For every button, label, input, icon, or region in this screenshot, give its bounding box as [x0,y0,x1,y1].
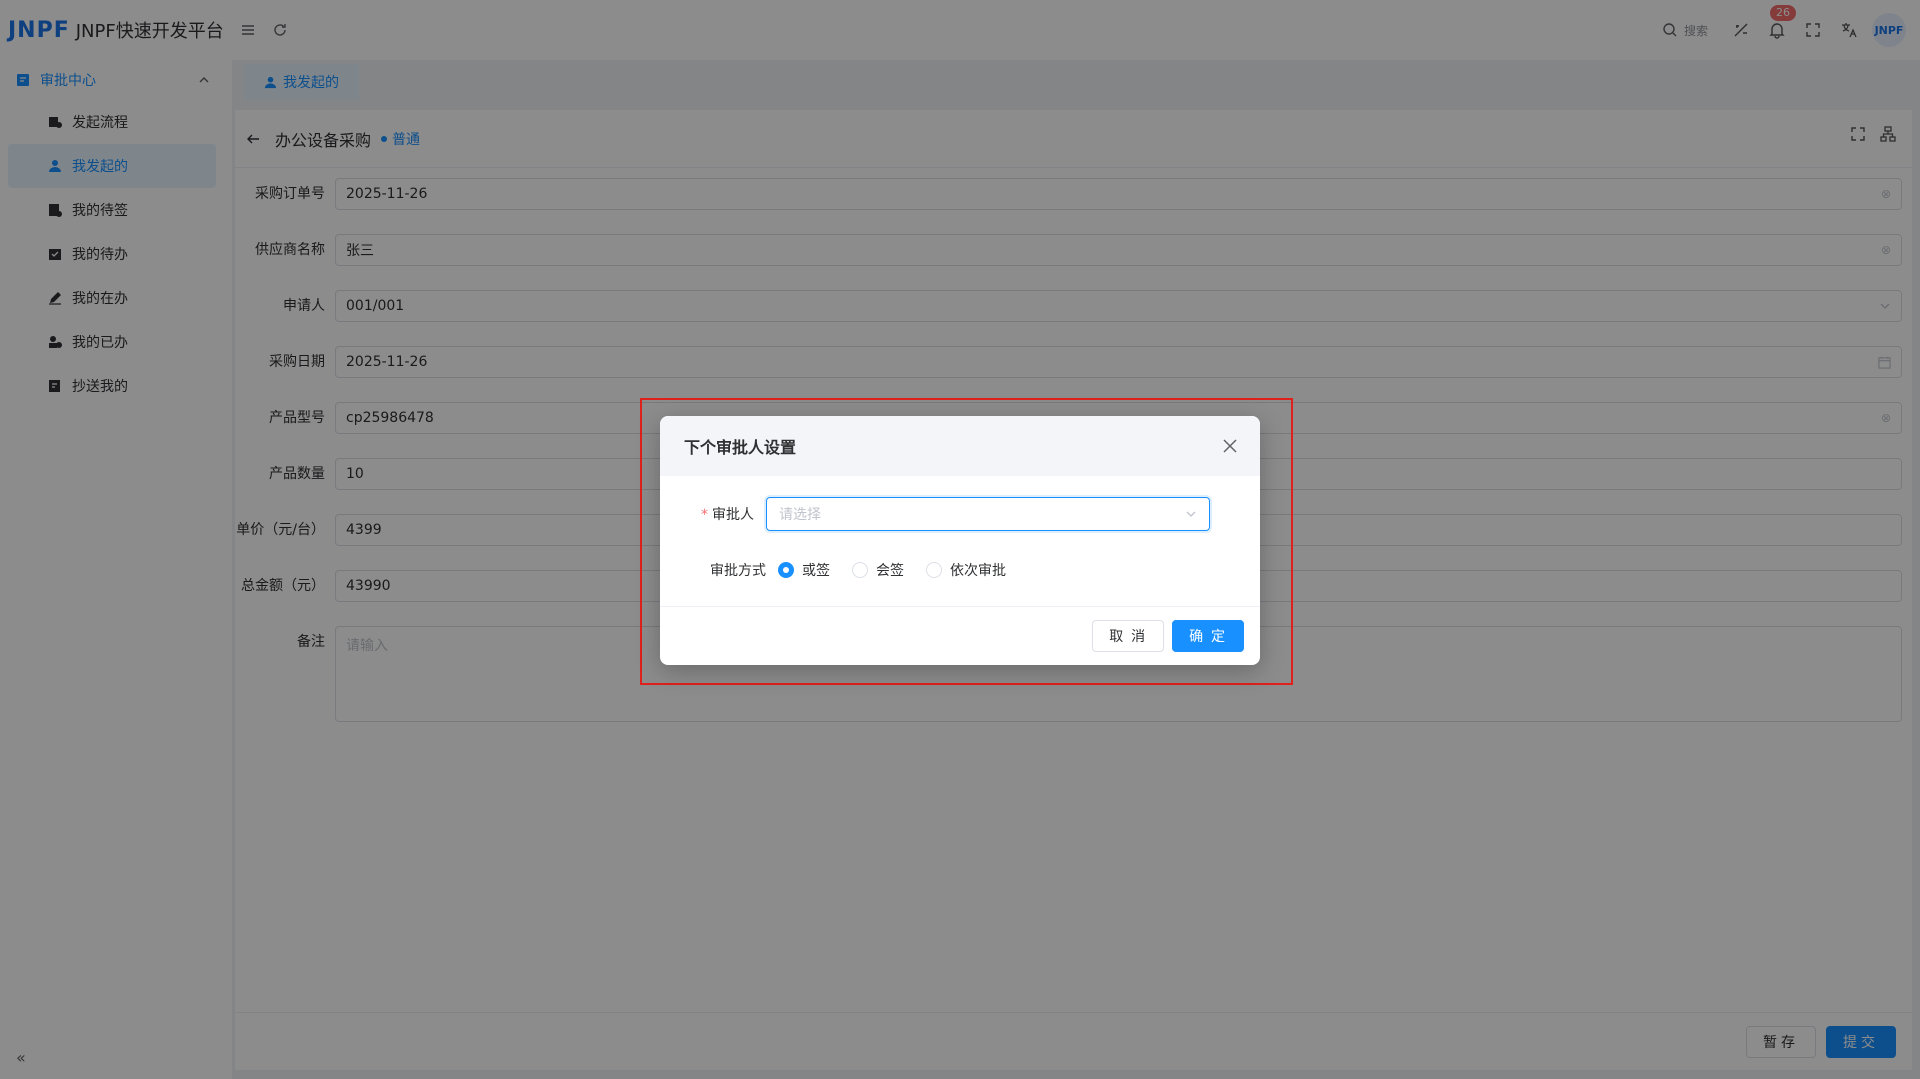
approver-label: * 审批人 [700,504,766,524]
required-mark: * [701,507,708,523]
method-label: 审批方式 [710,563,766,579]
approver-select[interactable]: 请选择 [766,497,1210,531]
radio-dot [852,562,868,578]
next-approver-dialog: 下个审批人设置 * 审批人 请选择 审批方式 或签 会签 依次审批 取 消 确 … [660,416,1260,665]
radio-label: 或签 [802,563,830,579]
dialog-header: 下个审批人设置 [660,416,1260,476]
app: JNPF JNPF快速开发平台 搜索 26 JNPF 审批中心 发起流程 我发起… [0,0,1920,1079]
approver-row: * 审批人 请选择 [700,496,1210,532]
radio-dot [926,562,942,578]
cancel-button[interactable]: 取 消 [1092,619,1165,652]
radio-label: 依次审批 [950,563,1006,579]
chevron-down-icon [1186,511,1196,517]
approval-method-row: 审批方式 或签 会签 依次审批 [700,552,1210,588]
close-icon[interactable] [1220,436,1240,456]
radio-label: 会签 [876,563,904,579]
radio-or-sign[interactable]: 或签 [778,560,830,580]
approver-placeholder: 请选择 [779,507,821,523]
dialog-body: * 审批人 请选择 审批方式 或签 会签 依次审批 [660,476,1260,606]
radio-sequential[interactable]: 依次审批 [926,560,1006,580]
dialog-footer: 取 消 确 定 [660,606,1260,664]
dialog-title: 下个审批人设置 [684,438,797,457]
radio-dot [778,562,794,578]
approver-label-text: 审批人 [712,507,754,523]
radio-countersign[interactable]: 会签 [852,560,904,580]
confirm-button[interactable]: 确 定 [1172,619,1244,652]
